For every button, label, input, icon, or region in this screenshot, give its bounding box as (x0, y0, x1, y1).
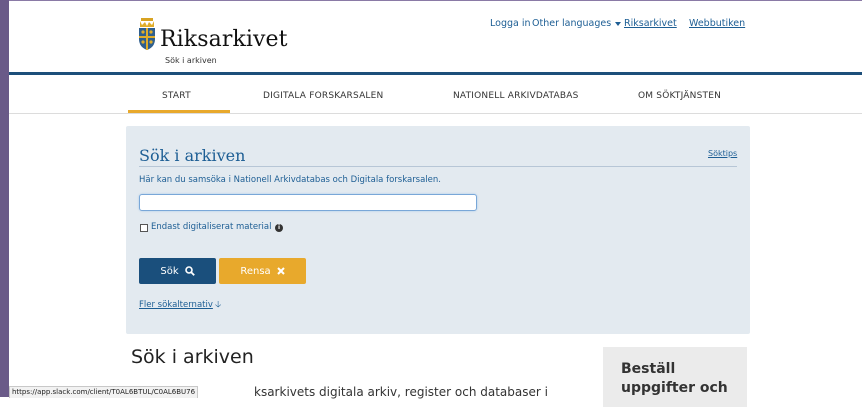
search-description: Här kan du samsöka i Nationell Arkivdata… (139, 175, 442, 185)
nav-digitala-forskarsalen[interactable]: DIGITALA FORSKARSALEN (263, 91, 383, 101)
window-frame-top (9, 0, 862, 1)
login-link[interactable]: Logga in (490, 18, 531, 29)
nav-nationell-arkivdatabas[interactable]: NATIONELL ARKIVDATABAS (453, 91, 579, 101)
nav-om-soktjansten[interactable]: OM SÖKTJÄNSTEN (638, 91, 721, 101)
other-languages-label: Other languages (532, 18, 612, 29)
header-divider (9, 72, 862, 75)
search-input[interactable] (139, 194, 477, 211)
logo-subtitle: Sök i arkiven (165, 56, 217, 65)
search-button[interactable]: Sök (139, 258, 216, 284)
clear-button-label: Rensa (240, 265, 271, 277)
page-heading: Sök i arkiven (131, 346, 254, 368)
more-search-options-link[interactable]: Fler sökalternativ 🡣 (139, 297, 221, 313)
nav-start[interactable]: START (162, 91, 191, 101)
search-tips-link[interactable]: Söktips (708, 149, 737, 158)
coat-of-arms-icon[interactable] (137, 17, 157, 51)
panel-divider (139, 166, 737, 167)
search-panel-title: Sök i arkiven (139, 146, 246, 165)
status-bar-url: https://app.slack.com/client/T0AL6BTUL/C… (9, 386, 199, 398)
order-info-title: Beställ uppgifter och (621, 361, 728, 396)
x-icon (276, 267, 285, 275)
logo-title[interactable]: Riksarkivet (160, 27, 288, 52)
info-circle-icon[interactable]: i (275, 224, 283, 232)
caret-down-icon (615, 21, 622, 26)
window-frame-left (0, 0, 9, 397)
webbutiken-link[interactable]: Webbutiken (689, 18, 745, 29)
magnifier-icon (184, 266, 195, 276)
other-languages-dropdown[interactable]: Other languages (532, 18, 622, 29)
nav-divider (9, 113, 862, 114)
search-button-label: Sök (160, 265, 179, 277)
digitized-only-label[interactable]: Endast digitaliserat material (151, 222, 271, 232)
arrow-down-icon: 🡣 (214, 300, 222, 310)
clear-button[interactable]: Rensa (219, 258, 306, 284)
more-search-options-label: Fler sökalternativ (139, 300, 213, 310)
riksarkivet-link[interactable]: Riksarkivet (624, 18, 677, 29)
digitized-only-checkbox[interactable] (140, 224, 148, 232)
